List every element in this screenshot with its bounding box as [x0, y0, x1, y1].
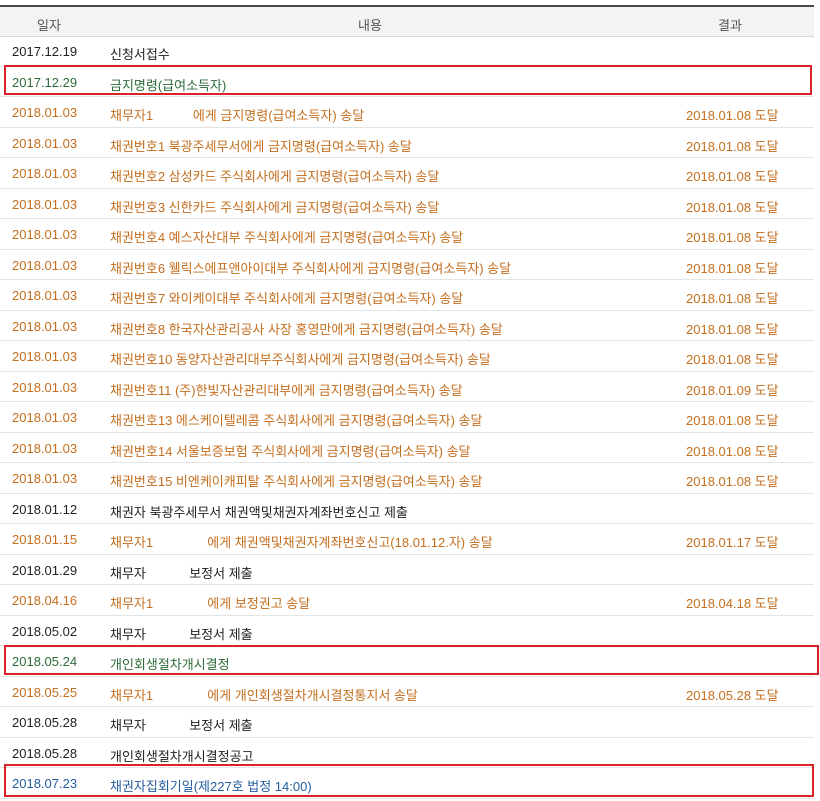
table-row: 2018.01.03 채권번호1 북광주세무서에게 금지명령(급여소득자) 송달 2…	[0, 128, 814, 158]
table-row: 2018.01.15 채무자1 에게 채권액및채권자계좌번호신고(18.01.12…	[0, 524, 814, 555]
table-row: 2017.12.19 신청서접수	[0, 36, 814, 67]
table-row: 2018.01.03 채권번호3 신한카드 주식회사에게 금지명령(급여소득자) …	[0, 189, 814, 219]
row-content: 채무자 보정서 제출	[110, 565, 253, 581]
row-result: 2018.01.17 도달	[686, 535, 779, 550]
table-row: 2018.05.25 채무자1 에게 개인회생절차개시결정통지서 송달 2018.0…	[0, 677, 814, 707]
row-content: 개인회생절차개시결정	[110, 657, 230, 672]
table-row: 2018.01.03 채권번호2 삼성카드 주식회사에게 금지명령(급여소득자) …	[0, 158, 814, 189]
row-result: 2018.01.08 도달	[686, 291, 779, 306]
row-content: 개인회생절차개시결정공고	[110, 748, 254, 764]
table-row: 2018.07.23 채권자집회기일(제227호 법정 14:00)	[0, 768, 814, 799]
row-result: 2018.05.28 도달	[686, 687, 779, 703]
row-content: 채권번호13 에스케이텔레콤 주식회사에게 금지명령(급여소득자) 송달	[110, 413, 483, 428]
table-row: 2018.01.03 채권번호8 한국자산관리공사 사장 홍영만에게 금지명령(급…	[0, 311, 814, 341]
row-result: 2018.01.08 도달	[686, 352, 779, 367]
row-content: 채권번호14 서울보증보험 주식회사에게 금지명령(급여소득자) 송달	[110, 443, 471, 459]
row-date: 2018.01.03	[12, 410, 78, 425]
table-row: 2017.12.29 금지명령(급여소득자)	[0, 67, 814, 97]
header-result: 결과	[718, 18, 742, 33]
row-result: 2018.01.08 도달	[686, 413, 779, 428]
row-content: 채무자1 에게 금지명령(급여소득자) 송달	[110, 108, 365, 123]
row-date: 2018.05.24	[12, 654, 78, 669]
row-content: 채권번호1 북광주세무서에게 금지명령(급여소득자) 송달	[110, 138, 412, 154]
row-date: 2018.05.28	[12, 745, 78, 761]
table-row: 2018.05.28 개인회생절차개시결정공고	[0, 738, 814, 768]
row-date: 2018.01.03	[12, 257, 78, 273]
row-content: 채무자1 에게 개인회생절차개시결정통지서 송달	[110, 687, 418, 703]
row-date: 2018.01.03	[12, 227, 78, 242]
row-date: 2017.12.19	[12, 44, 78, 59]
row-result: 2018.01.08 도달	[686, 321, 779, 337]
row-content: 채무자1 에게 채권액및채권자계좌번호신고(18.01.12.자) 송달	[110, 535, 493, 550]
row-date: 2018.01.15	[12, 532, 78, 547]
row-result: 2018.01.08 도달	[686, 260, 779, 276]
row-date: 2018.01.03	[12, 288, 78, 303]
row-content: 채무자 보정서 제출	[110, 626, 253, 642]
row-content: 금지명령(급여소득자)	[110, 77, 227, 93]
row-content: 채권자 북광주세무서 채권액및채권자계좌번호신고 제출	[110, 504, 408, 520]
row-date: 2018.01.03	[12, 196, 78, 212]
row-content: 채권자집회기일(제227호 법정 14:00)	[110, 779, 312, 794]
row-date: 2018.01.03	[12, 471, 78, 486]
row-result: 2018.01.08 도달	[686, 230, 779, 245]
table-row: 2018.05.24 개인회생절차개시결정	[0, 646, 814, 677]
row-result: 2018.01.08 도달	[686, 108, 779, 123]
row-result: 2018.04.18 도달	[686, 596, 779, 611]
row-result: 2018.01.08 도달	[686, 474, 779, 489]
row-content: 채권번호4 예스자산대부 주식회사에게 금지명령(급여소득자) 송달	[110, 230, 464, 245]
row-date: 2018.01.03	[12, 166, 78, 181]
row-content: 채권번호7 와이케이대부 주식회사에게 금지명령(급여소득자) 송달	[110, 291, 464, 306]
row-date: 2018.05.25	[12, 684, 78, 700]
row-date: 2018.01.03	[12, 349, 78, 364]
row-content: 채권번호15 비엔케이캐피탈 주식회사에게 금지명령(급여소득자) 송달	[110, 474, 483, 489]
table-row: 2018.01.03 채권번호4 예스자산대부 주식회사에게 금지명령(급여소득자…	[0, 219, 814, 250]
table-row: 2018.01.12 채권자 북광주세무서 채권액및채권자계좌번호신고 제출	[0, 494, 814, 524]
row-content: 채권번호3 신한카드 주식회사에게 금지명령(급여소득자) 송달	[110, 199, 440, 215]
row-date: 2018.05.02	[12, 623, 78, 639]
row-date: 2018.04.16	[12, 593, 78, 608]
table-row: 2018.01.03 채권번호11 (주)한빛자산관리대부에게 금지명령(급여소득…	[0, 372, 814, 402]
table-row: 2018.01.03 채권번호15 비엔케이캐피탈 주식회사에게 금지명령(급여소…	[0, 463, 814, 494]
row-content: 채권번호11 (주)한빛자산관리대부에게 금지명령(급여소득자) 송달	[110, 382, 463, 398]
table-header: 일자 내용 결과	[0, 7, 814, 37]
table-row: 2018.01.03 채권번호14 서울보증보험 주식회사에게 금지명령(급여소득…	[0, 433, 814, 463]
row-date: 2018.07.23	[12, 776, 78, 791]
row-result: 2018.01.08 도달	[686, 443, 779, 459]
table-row: 2018.01.03 채권번호10 동양자산관리대부주식회사에게 금지명령(급여소…	[0, 341, 814, 372]
row-date: 2018.01.29	[12, 562, 78, 578]
table-row: 2018.01.29 채무자 보정서 제출	[0, 555, 814, 585]
row-date: 2018.01.03	[12, 135, 78, 151]
row-date: 2018.01.12	[12, 501, 78, 517]
row-content: 채권번호10 동양자산관리대부주식회사에게 금지명령(급여소득자) 송달	[110, 352, 491, 367]
table-row: 2018.05.28 채무자 보정서 제출	[0, 707, 814, 738]
row-date: 2018.01.03	[12, 379, 78, 395]
header-content: 내용	[358, 18, 382, 33]
row-result: 2018.01.08 도달	[686, 169, 779, 184]
table-row: 2018.04.16 채무자1 에게 보정권고 송달 2018.04.18 도달	[0, 585, 814, 616]
row-content: 신청서접수	[110, 47, 170, 62]
row-content: 채무자 보정서 제출	[110, 718, 253, 733]
table-row: 2018.01.03 채무자1 에게 금지명령(급여소득자) 송달 2018.01.…	[0, 97, 814, 128]
row-result: 2018.01.09 도달	[686, 382, 779, 398]
row-content: 채무자1 에게 보정권고 송달	[110, 596, 311, 611]
table-row: 2018.01.03 채권번호7 와이케이대부 주식회사에게 금지명령(급여소득자…	[0, 280, 814, 311]
table-row: 2018.05.02 채무자 보정서 제출	[0, 616, 814, 646]
row-content: 채권번호2 삼성카드 주식회사에게 금지명령(급여소득자) 송달	[110, 169, 440, 184]
header-date: 일자	[37, 18, 61, 33]
table-body: 2017.12.19 신청서접수 2017.12.29 금지명령(급여소득자) 2018…	[0, 36, 814, 799]
row-date: 2018.01.03	[12, 318, 78, 334]
row-content: 채권번호6 웰릭스에프앤아이대부 주식회사에게 금지명령(급여소득자) 송달	[110, 260, 512, 276]
row-result: 2018.01.08 도달	[686, 138, 779, 154]
table-row: 2018.01.03 채권번호13 에스케이텔레콤 주식회사에게 금지명령(급여소…	[0, 402, 814, 433]
row-content: 채권번호8 한국자산관리공사 사장 홍영만에게 금지명령(급여소득자) 송달	[110, 321, 503, 337]
row-date: 2018.05.28	[12, 715, 78, 730]
row-date: 2018.01.03	[12, 105, 78, 120]
row-date: 2018.01.03	[12, 440, 78, 456]
row-date: 2017.12.29	[12, 74, 78, 90]
row-result: 2018.01.08 도달	[686, 199, 779, 215]
table-row: 2018.01.03 채권번호6 웰릭스에프앤아이대부 주식회사에게 금지명령(급…	[0, 250, 814, 280]
